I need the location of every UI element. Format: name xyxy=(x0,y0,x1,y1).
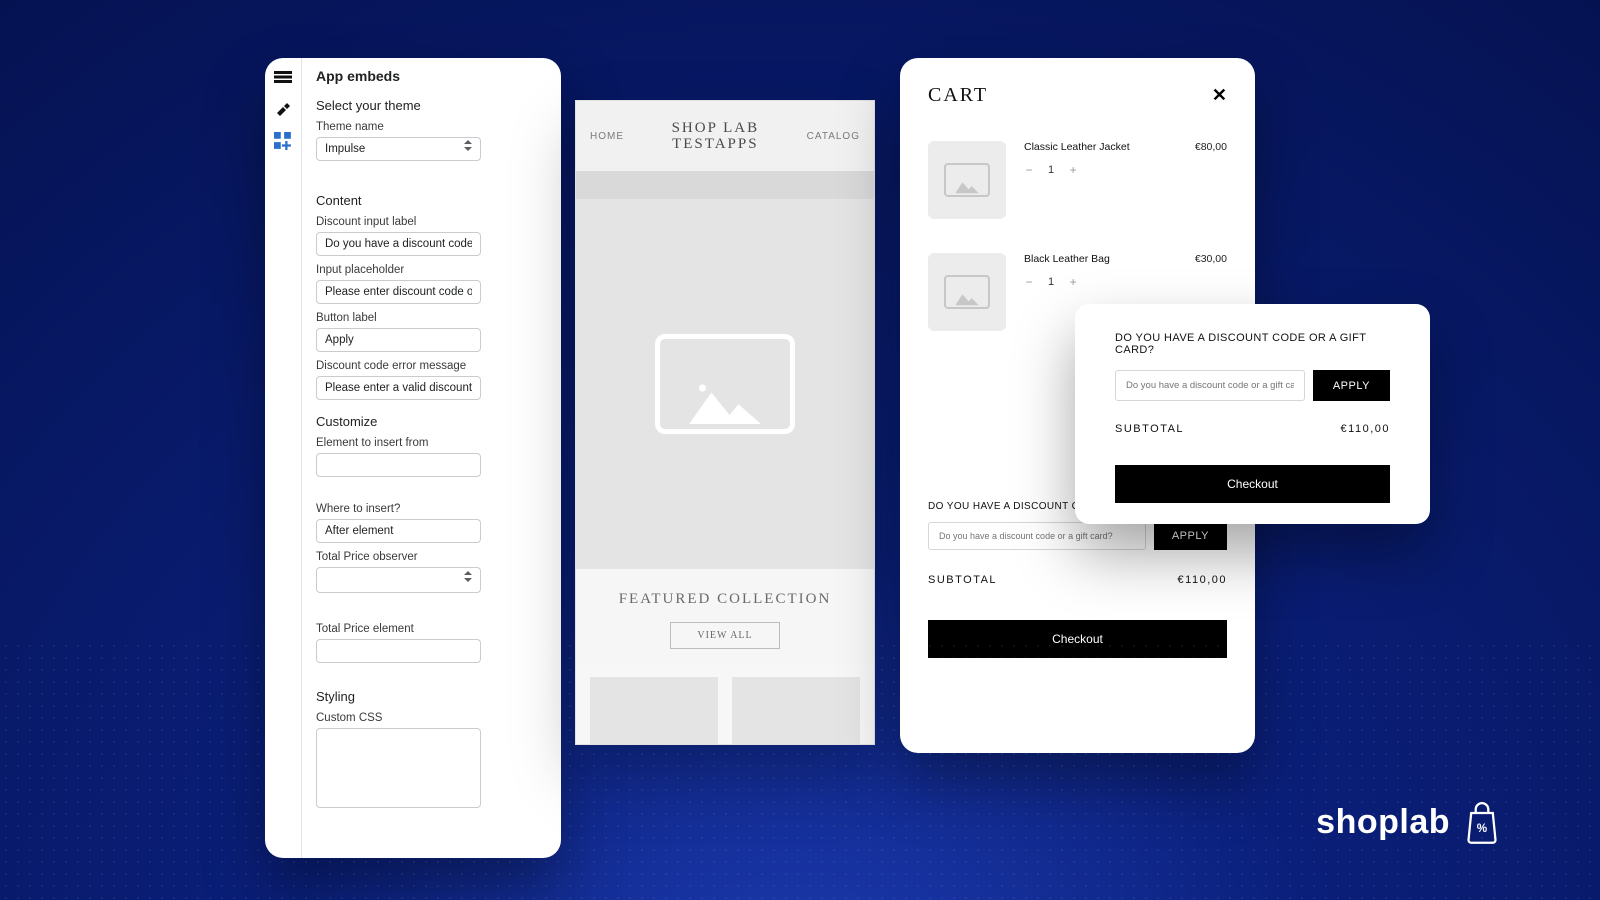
qty-increase-button[interactable]: + xyxy=(1068,163,1078,177)
quantity-stepper: − 1 + xyxy=(1024,163,1177,177)
view-all-button[interactable]: VIEW ALL xyxy=(670,622,780,649)
cart-item-price: €80,00 xyxy=(1195,141,1227,219)
qty-increase-button[interactable]: + xyxy=(1068,275,1078,289)
subtotal-label: SUBTOTAL xyxy=(928,574,997,586)
where-insert-label: Where to insert? xyxy=(316,503,549,515)
discount-block: DO YOU HAVE A DISCOUNT CODE OR A GIFT CA… xyxy=(928,501,1227,658)
settings-body: App embeds Select your theme Theme name … xyxy=(301,58,561,858)
checkout-button[interactable]: Checkout xyxy=(928,620,1227,658)
settings-icon-rail xyxy=(265,58,301,858)
nav-home[interactable]: HOME xyxy=(590,131,624,142)
close-icon[interactable]: ✕ xyxy=(1212,85,1227,106)
cart-item-name: Black Leather Bag xyxy=(1024,253,1177,265)
featured-heading: FEATURED COLLECTION xyxy=(576,591,874,608)
custom-css-field[interactable] xyxy=(316,728,481,808)
subtotal-value: €110,00 xyxy=(1178,574,1227,586)
total-price-observer-select[interactable] xyxy=(316,567,481,593)
store-header: HOME SHOP LAB TESTAPPS CATALOG xyxy=(576,101,874,171)
store-announcement-bar xyxy=(576,171,874,199)
image-placeholder-icon xyxy=(944,275,990,309)
store-title-line2: TESTAPPS xyxy=(672,136,760,153)
element-insert-from-label: Element to insert from xyxy=(316,437,549,449)
content-heading: Content xyxy=(316,193,549,208)
quantity-stepper: − 1 + xyxy=(1024,275,1177,289)
cart-item-thumb xyxy=(928,141,1006,219)
sections-icon[interactable] xyxy=(274,70,292,84)
styling-heading: Styling xyxy=(316,689,549,704)
qty-decrease-button[interactable]: − xyxy=(1024,163,1034,177)
gavel-icon[interactable] xyxy=(274,102,292,116)
button-label-field[interactable] xyxy=(316,328,481,352)
brand-logo: shoplab % xyxy=(1316,800,1500,844)
cart-item-thumb xyxy=(928,253,1006,331)
store-preview: HOME SHOP LAB TESTAPPS CATALOG FEATURED … xyxy=(575,100,875,745)
checkout-button[interactable]: Checkout xyxy=(1115,465,1390,503)
product-thumb[interactable] xyxy=(732,677,860,745)
cart-item: Classic Leather Jacket − 1 + €80,00 xyxy=(928,141,1227,219)
customize-heading: Customize xyxy=(316,414,549,429)
svg-text:%: % xyxy=(1477,822,1488,835)
subtotal-value: €110,00 xyxy=(1341,423,1390,435)
apply-button[interactable]: APPLY xyxy=(1154,522,1227,550)
settings-panel: App embeds Select your theme Theme name … xyxy=(265,58,561,858)
qty-value: 1 xyxy=(1048,164,1054,176)
total-price-element-field[interactable] xyxy=(316,639,481,663)
product-thumb[interactable] xyxy=(590,677,718,745)
total-price-element-label: Total Price element xyxy=(316,623,549,635)
apply-button[interactable]: APPLY xyxy=(1313,370,1390,401)
cart-item-name: Classic Leather Jacket xyxy=(1024,141,1177,153)
element-insert-from-field[interactable] xyxy=(316,453,481,477)
theme-name-value: Impulse xyxy=(325,143,365,155)
qty-value: 1 xyxy=(1048,276,1054,288)
brand-name: shoplab xyxy=(1316,803,1450,842)
total-price-observer-label: Total Price observer xyxy=(316,551,549,563)
subtotal-label: SUBTOTAL xyxy=(1115,423,1184,435)
qty-decrease-button[interactable]: − xyxy=(1024,275,1034,289)
input-placeholder-label: Input placeholder xyxy=(316,264,549,276)
app-blocks-icon[interactable] xyxy=(274,134,292,148)
theme-name-select[interactable]: Impulse xyxy=(316,137,481,161)
product-thumbs xyxy=(576,677,874,745)
discount-input-label-label: Discount input label xyxy=(316,216,549,228)
discount-prompt: DO YOU HAVE A DISCOUNT CODE OR A GIFT CA… xyxy=(1115,332,1390,356)
store-title: SHOP LAB TESTAPPS xyxy=(672,120,760,153)
featured-section: FEATURED COLLECTION VIEW ALL xyxy=(576,569,874,663)
discount-code-input[interactable] xyxy=(1115,370,1305,401)
where-insert-field[interactable] xyxy=(316,519,481,543)
store-title-line1: SHOP LAB xyxy=(672,120,760,137)
custom-css-label: Custom CSS xyxy=(316,712,549,724)
theme-name-label: Theme name xyxy=(316,121,549,133)
discount-code-input[interactable] xyxy=(928,522,1146,550)
error-message-label: Discount code error message xyxy=(316,360,549,372)
settings-title: App embeds xyxy=(316,68,549,84)
shopping-bag-icon: % xyxy=(1464,800,1500,844)
discount-input-label-field[interactable] xyxy=(316,232,481,256)
input-placeholder-field[interactable] xyxy=(316,280,481,304)
discount-popup: DO YOU HAVE A DISCOUNT CODE OR A GIFT CA… xyxy=(1075,304,1430,524)
image-placeholder-icon xyxy=(655,334,795,434)
image-placeholder-icon xyxy=(944,163,990,197)
hero-image xyxy=(576,199,874,569)
select-theme-heading: Select your theme xyxy=(316,98,549,113)
nav-catalog[interactable]: CATALOG xyxy=(807,131,860,142)
error-message-field[interactable] xyxy=(316,376,481,400)
cart-heading: CART xyxy=(928,84,988,107)
button-label-label: Button label xyxy=(316,312,549,324)
